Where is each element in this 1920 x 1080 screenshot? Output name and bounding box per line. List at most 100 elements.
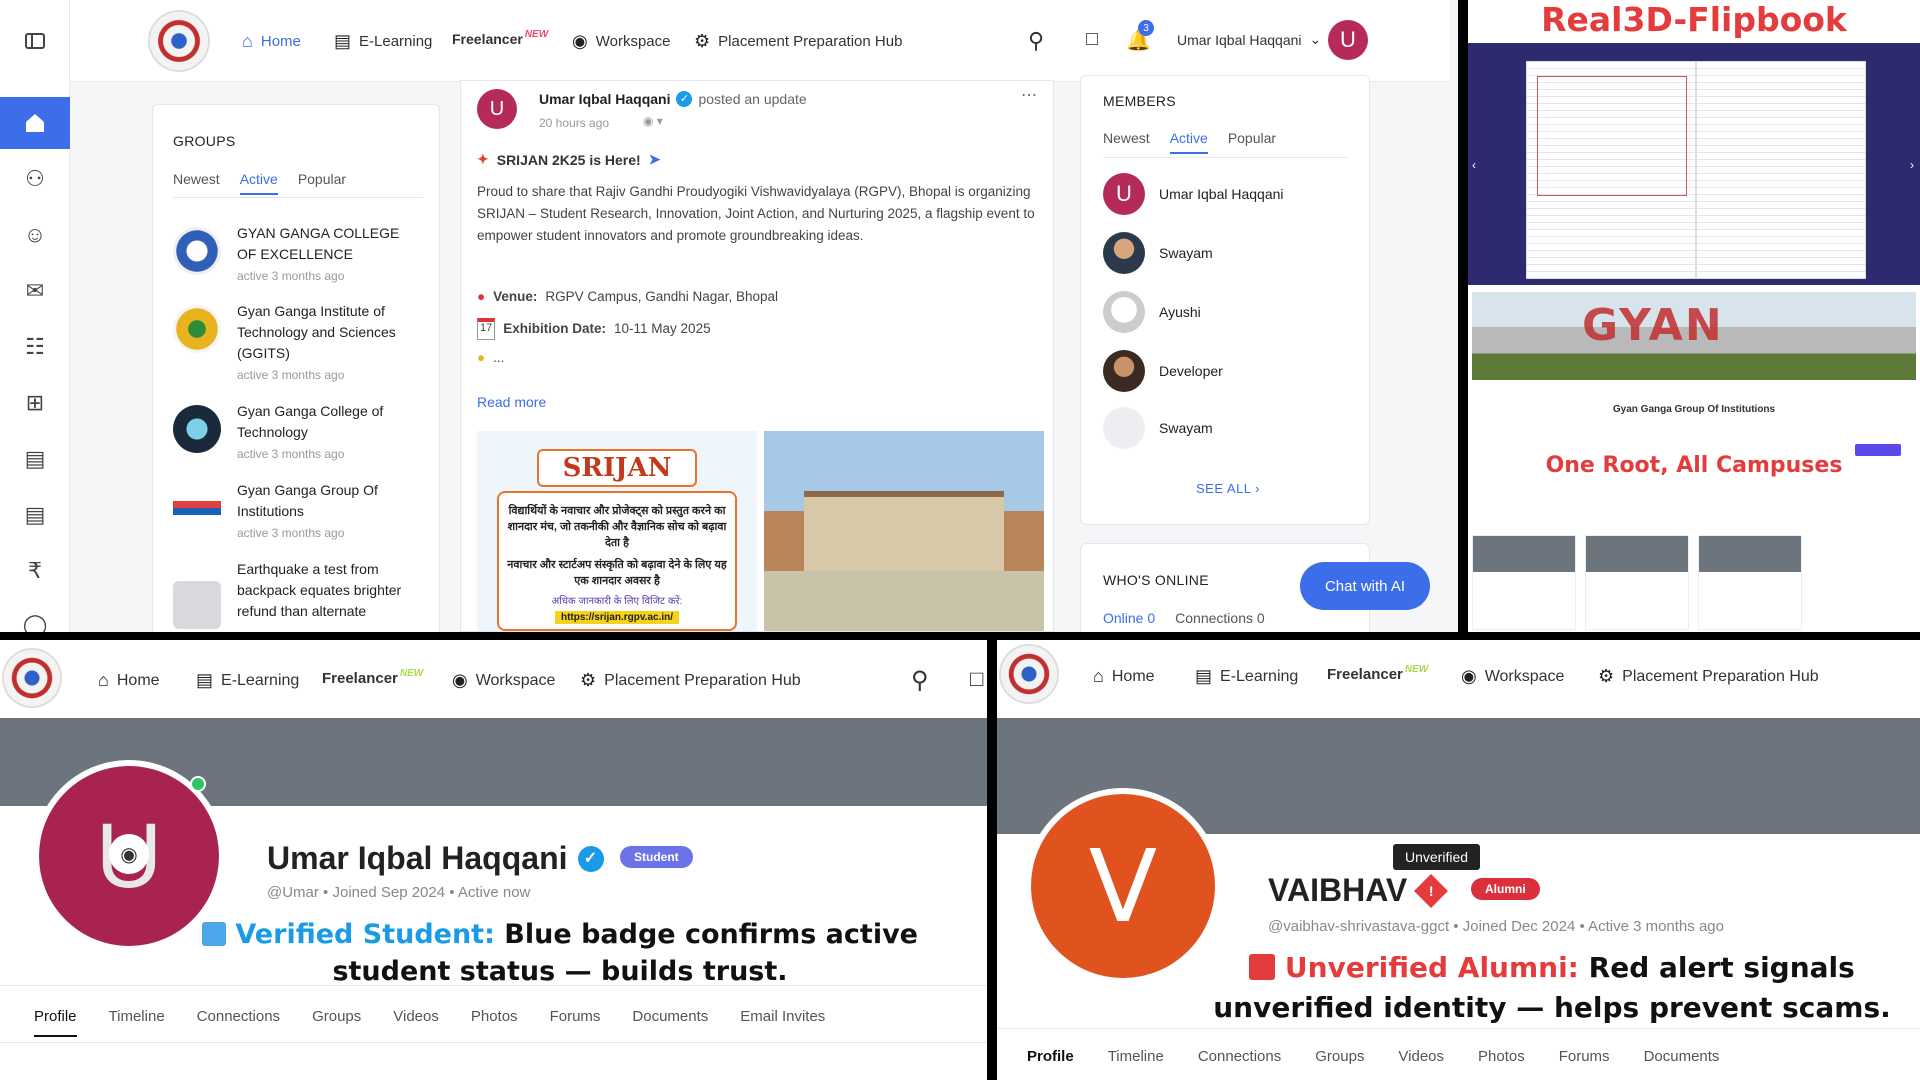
groups-tab-newest[interactable]: Newest bbox=[173, 171, 220, 195]
tab-connections[interactable]: Connections bbox=[1198, 1048, 1281, 1075]
tab-documents[interactable]: Documents bbox=[632, 1008, 708, 1037]
site-logo[interactable] bbox=[4, 650, 60, 706]
nav-workspace[interactable]: ◉ Workspace bbox=[452, 670, 555, 691]
nav-elearning[interactable]: ▤ E-Learning bbox=[1195, 666, 1298, 687]
tab-profile[interactable]: Profile bbox=[1027, 1048, 1074, 1075]
tab-documents[interactable]: Documents bbox=[1644, 1048, 1720, 1075]
nav-home[interactable]: ⌂ Home bbox=[242, 31, 301, 52]
search-icon[interactable]: ⚲ bbox=[911, 666, 929, 695]
site-logo[interactable] bbox=[150, 12, 208, 70]
srijan-poster[interactable]: SRIJAN विद्यार्थियों के नवाचार और प्रोजे… bbox=[477, 431, 757, 631]
mini-group-card[interactable] bbox=[1698, 535, 1802, 630]
tab-email-invites[interactable]: Email Invites bbox=[740, 1008, 825, 1037]
groups-tab-popular[interactable]: Popular bbox=[298, 171, 346, 195]
groups-tab-active[interactable]: Active bbox=[239, 171, 278, 195]
tab-timeline[interactable]: Timeline bbox=[109, 1008, 165, 1037]
members-tab-popular[interactable]: Popular bbox=[1228, 130, 1276, 154]
member-avatar bbox=[1103, 232, 1145, 274]
group-item[interactable]: Earthquake a test from backpack equates … bbox=[173, 559, 423, 632]
nav-home-label: Home bbox=[1111, 667, 1155, 685]
nav-elearning[interactable]: ▤ E-Learning bbox=[196, 670, 299, 691]
sidebar-rupee-icon[interactable]: ₹ bbox=[0, 546, 70, 596]
group-item[interactable]: Gyan Ganga Group Of Institutions active 3… bbox=[173, 480, 423, 554]
user-menu[interactable]: Umar Iqbal Haqqani ⌄ bbox=[1177, 31, 1321, 48]
books-icon: ▤ bbox=[334, 31, 352, 51]
camera-icon[interactable]: ◉ bbox=[109, 834, 149, 874]
mini-group-card[interactable] bbox=[1472, 535, 1576, 630]
flipbook-viewer[interactable]: ‹ › bbox=[1468, 43, 1920, 285]
member-item[interactable]: U Umar Iqbal Haqqani bbox=[1103, 173, 1284, 215]
read-more-link[interactable]: Read more bbox=[477, 394, 546, 410]
nav-placement[interactable]: ⚙ Placement Preparation Hub bbox=[694, 31, 902, 52]
post-author-avatar[interactable]: U bbox=[477, 89, 517, 129]
member-item[interactable]: Developer bbox=[1103, 350, 1223, 392]
tab-connections[interactable]: Connections bbox=[197, 1008, 280, 1037]
search-icon[interactable]: ⚲ bbox=[1028, 28, 1044, 54]
gyan-ganga-banner[interactable]: GYAN bbox=[1472, 292, 1916, 380]
nav-home[interactable]: ⌂ Home bbox=[98, 670, 160, 691]
more-options-icon[interactable]: ⋯ bbox=[1021, 85, 1037, 105]
tab-groups[interactable]: Groups bbox=[312, 1008, 361, 1037]
profile-avatar-ring: V bbox=[1025, 788, 1221, 984]
alumni-avatar[interactable]: V bbox=[1031, 794, 1215, 978]
tab-profile[interactable]: Profile bbox=[34, 1008, 77, 1037]
chat-with-ai-button[interactable]: Chat with AI bbox=[1300, 562, 1430, 610]
connections-tab[interactable]: Connections 0 bbox=[1175, 610, 1265, 632]
member-item[interactable]: Swayam bbox=[1103, 407, 1213, 449]
site-logo[interactable] bbox=[1001, 646, 1057, 702]
workspace-icon: ◉ bbox=[452, 670, 468, 690]
tab-forums[interactable]: Forums bbox=[550, 1008, 601, 1037]
tab-groups[interactable]: Groups bbox=[1315, 1048, 1364, 1075]
nav-workspace[interactable]: ◉ Workspace bbox=[1461, 666, 1564, 687]
member-item[interactable]: Swayam bbox=[1103, 232, 1213, 274]
rgpv-campus-photo[interactable] bbox=[764, 431, 1044, 631]
members-tab-active[interactable]: Active bbox=[1169, 130, 1208, 154]
sidebar-home-icon[interactable] bbox=[0, 97, 70, 149]
members-tab-newest[interactable]: Newest bbox=[1103, 130, 1150, 154]
alumni-name: VAIBHAV ! bbox=[1268, 872, 1449, 909]
nav-workspace[interactable]: ◉ Workspace bbox=[572, 31, 670, 52]
online-tab[interactable]: Online 0 bbox=[1103, 610, 1155, 632]
mini-group-card[interactable] bbox=[1585, 535, 1689, 630]
sidebar-folder-icon[interactable]: ▤ bbox=[0, 434, 70, 484]
globe-icon[interactable]: ◉ ▾ bbox=[643, 114, 663, 128]
nav-home[interactable]: ⌂ Home bbox=[1093, 666, 1155, 687]
post-author-name[interactable]: Umar Iqbal Haqqani bbox=[539, 91, 670, 107]
user-avatar[interactable]: U bbox=[1328, 20, 1368, 60]
nav-freelancer[interactable]: Freelancer NEW bbox=[322, 668, 423, 687]
nav-placement[interactable]: ⚙ Placement Preparation Hub bbox=[1598, 666, 1819, 687]
nav-placement[interactable]: ⚙ Placement Preparation Hub bbox=[580, 670, 801, 691]
nav-freelancer[interactable]: Freelancer NEW bbox=[1327, 664, 1428, 683]
student-profile-panel: ⌂ Home ▤ E-Learning Freelancer NEW ◉ Wor… bbox=[0, 640, 987, 1080]
notification-count: 3 bbox=[1138, 20, 1154, 36]
tab-photos[interactable]: Photos bbox=[1478, 1048, 1525, 1075]
tab-videos[interactable]: Videos bbox=[1398, 1048, 1444, 1075]
sidebar-calendar-icon[interactable]: ☷ bbox=[0, 322, 70, 372]
caption-label: Unverified Alumni: bbox=[1284, 951, 1579, 984]
mini-card-cover bbox=[1699, 536, 1801, 572]
see-all-link[interactable]: SEE ALL › bbox=[1196, 481, 1260, 496]
sidebar-groups-icon[interactable]: ⚇ bbox=[0, 154, 70, 204]
tab-timeline[interactable]: Timeline bbox=[1108, 1048, 1164, 1075]
flip-next-icon[interactable]: › bbox=[1910, 158, 1914, 172]
sidebar-docs-icon[interactable]: ▤ bbox=[0, 490, 70, 540]
nav-freelancer[interactable]: Freelancer NEW bbox=[452, 29, 548, 48]
member-item[interactable]: Ayushi bbox=[1103, 291, 1201, 333]
flip-prev-icon[interactable]: ‹ bbox=[1472, 158, 1476, 172]
sidebar-forums-icon[interactable]: ✉ bbox=[0, 266, 70, 316]
nav-placement-label: Placement Preparation Hub bbox=[718, 33, 903, 50]
group-item[interactable]: Gyan Ganga Institute of Technology and S… bbox=[173, 301, 423, 382]
inbox-icon[interactable]: □ bbox=[970, 666, 983, 692]
inbox-icon[interactable]: □ bbox=[1086, 28, 1098, 51]
sidebar-headset-icon[interactable]: ◯ bbox=[0, 600, 70, 632]
tab-photos[interactable]: Photos bbox=[471, 1008, 518, 1037]
sidebar-members-icon[interactable]: ☺ bbox=[0, 210, 70, 260]
mini-card-cover bbox=[1586, 536, 1688, 572]
group-item[interactable]: Gyan Ganga College of Technology active 3… bbox=[173, 401, 423, 475]
group-item[interactable]: GYAN GANGA COLLEGE OF EXCELLENCE active 3… bbox=[173, 223, 423, 297]
tab-forums[interactable]: Forums bbox=[1559, 1048, 1610, 1075]
sidebar-add-icon[interactable]: ⊞ bbox=[0, 378, 70, 428]
nav-elearning[interactable]: ▤ E-Learning bbox=[334, 31, 432, 52]
tab-videos[interactable]: Videos bbox=[393, 1008, 439, 1037]
sidebar-toggle-icon[interactable] bbox=[0, 16, 70, 66]
